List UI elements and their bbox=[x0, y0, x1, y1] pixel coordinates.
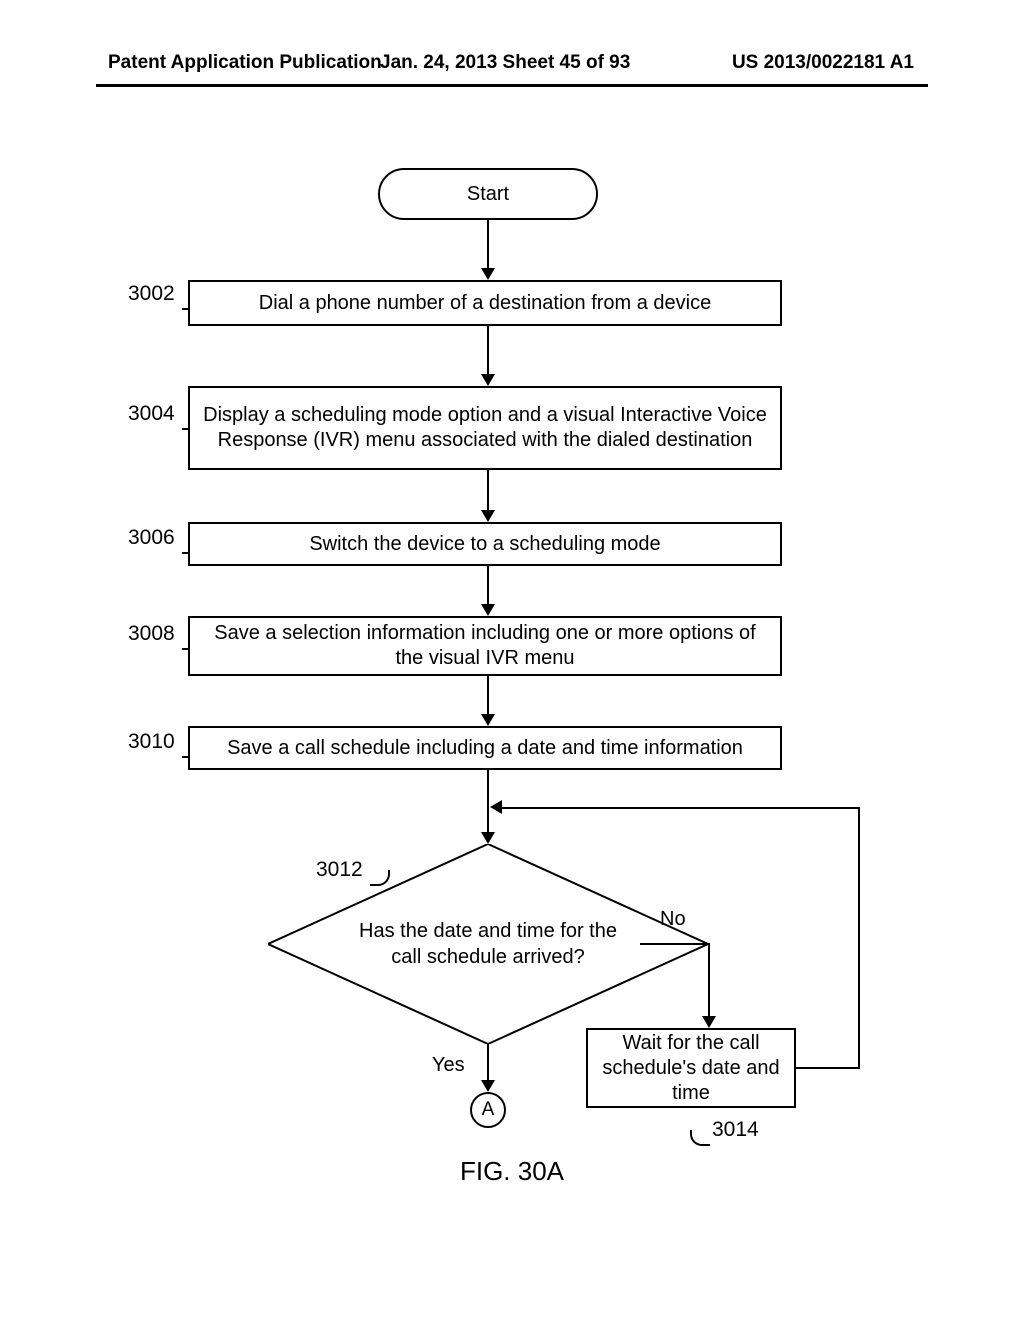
arrowhead-down-icon bbox=[481, 268, 495, 280]
process-3010: Save a call schedule including a date an… bbox=[188, 726, 782, 770]
process-3010-text: Save a call schedule including a date an… bbox=[227, 736, 743, 761]
arrowhead-down-icon bbox=[481, 374, 495, 386]
ref-3008: 3008 bbox=[128, 622, 175, 646]
ref-3010: 3010 bbox=[128, 730, 175, 754]
line bbox=[708, 943, 710, 1018]
arrow bbox=[487, 1044, 489, 1082]
label-no: No bbox=[660, 908, 686, 931]
header-rule bbox=[96, 84, 928, 87]
arrow bbox=[487, 676, 489, 716]
process-3014-text: Wait for the call schedule's date and ti… bbox=[600, 1031, 782, 1106]
process-3014: Wait for the call schedule's date and ti… bbox=[586, 1028, 796, 1108]
arrowhead-down-icon bbox=[481, 1080, 495, 1092]
arrow bbox=[487, 770, 489, 834]
label-yes: Yes bbox=[432, 1054, 465, 1077]
process-3008: Save a selection information including o… bbox=[188, 616, 782, 676]
ref-3004: 3004 bbox=[128, 402, 175, 426]
connector-a-label: A bbox=[482, 1099, 495, 1121]
process-3006: Switch the device to a scheduling mode bbox=[188, 522, 782, 566]
figure-caption: FIG. 30A bbox=[0, 1156, 1024, 1187]
connector-a: A bbox=[470, 1092, 506, 1128]
line bbox=[500, 807, 860, 809]
ref-3014: 3014 bbox=[712, 1118, 759, 1142]
line bbox=[858, 807, 860, 1069]
header-sheet: Jan. 24, 2013 Sheet 45 of 93 bbox=[380, 52, 630, 74]
arrow bbox=[487, 566, 489, 606]
process-3006-text: Switch the device to a scheduling mode bbox=[309, 532, 660, 557]
terminator-start: Start bbox=[378, 168, 598, 220]
arrow bbox=[487, 326, 489, 376]
line bbox=[796, 1067, 860, 1069]
arrow bbox=[487, 220, 489, 270]
ref-3002: 3002 bbox=[128, 282, 175, 306]
header-docno: US 2013/0022181 A1 bbox=[732, 52, 914, 74]
arrowhead-down-icon bbox=[481, 604, 495, 616]
arrowhead-down-icon bbox=[481, 510, 495, 522]
process-3004-text: Display a scheduling mode option and a v… bbox=[202, 403, 768, 453]
header-pub: Patent Application Publication bbox=[108, 52, 382, 74]
arrowhead-down-icon bbox=[481, 714, 495, 726]
process-3002-text: Dial a phone number of a destination fro… bbox=[259, 291, 712, 316]
arrowhead-down-icon bbox=[481, 832, 495, 844]
process-3004: Display a scheduling mode option and a v… bbox=[188, 386, 782, 470]
line bbox=[640, 943, 710, 945]
process-3008-text: Save a selection information including o… bbox=[202, 621, 768, 671]
ref-3006: 3006 bbox=[128, 526, 175, 550]
arrowhead-down-icon bbox=[702, 1016, 716, 1028]
arrow bbox=[487, 470, 489, 512]
patent-page: Patent Application Publication Jan. 24, … bbox=[0, 0, 1024, 1320]
start-label: Start bbox=[467, 182, 509, 207]
process-3002: Dial a phone number of a destination fro… bbox=[188, 280, 782, 326]
